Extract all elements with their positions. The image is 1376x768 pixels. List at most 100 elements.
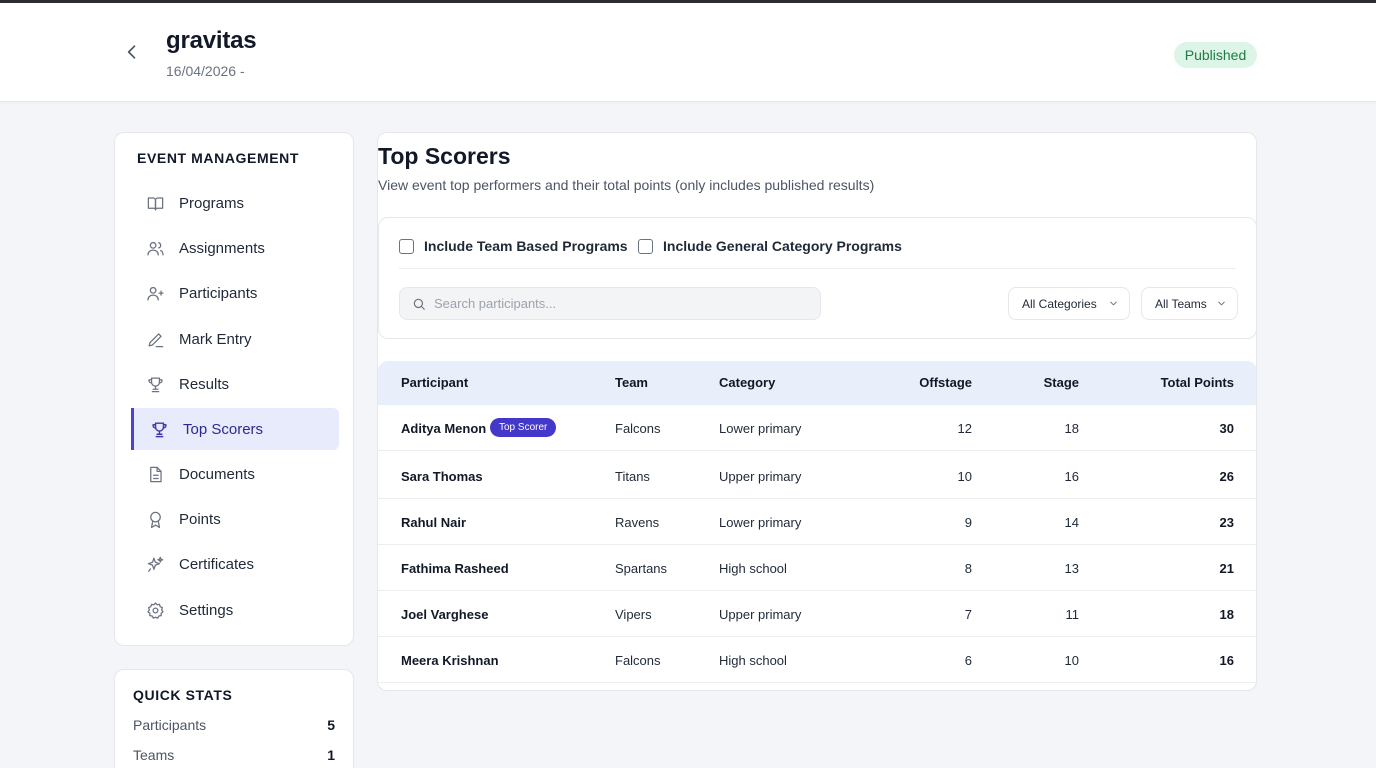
offstage-cell: 12 [957, 421, 972, 436]
document-icon [145, 464, 165, 484]
search-input[interactable] [434, 296, 804, 311]
table-row[interactable]: Joel Varghese Vipers Upper primary 7 11 … [378, 591, 1256, 637]
team-cell: Spartans [615, 561, 668, 576]
sidebar-item-results[interactable]: Results [131, 363, 339, 405]
team-cell: Titans [615, 469, 650, 484]
sidebar-item-mark-entry[interactable]: Mark Entry [131, 318, 339, 360]
column-header-offstage[interactable]: Offstage [919, 375, 972, 390]
page-title: Top Scorers [378, 143, 511, 169]
participant-name: Sara Thomas [401, 469, 483, 484]
status-badge: Published [1174, 42, 1257, 68]
filter-card: Include Team Based Programs Include Gene… [378, 217, 1256, 339]
table-row[interactable]: Meera Krishnan Falcons High school 6 10 … [378, 637, 1256, 683]
stage-cell: 16 [1064, 469, 1079, 484]
trophy-icon [145, 374, 165, 394]
participant-name: Joel Varghese [401, 607, 489, 622]
category-select-value: All Categories [1022, 296, 1097, 311]
divider [399, 268, 1236, 269]
team-based-checkbox[interactable]: Include Team Based Programs [399, 238, 628, 254]
column-header-total-points[interactable]: Total Points [1161, 375, 1234, 390]
category-cell: Upper primary [719, 607, 802, 622]
stat-row-participants: Participants 5 [133, 717, 335, 733]
total-points-cell: 23 [1219, 515, 1234, 530]
column-header-stage[interactable]: Stage [1044, 375, 1079, 390]
category-cell: High school [719, 653, 787, 668]
offstage-cell: 7 [964, 607, 972, 622]
table-row[interactable]: Aditya Menon Top Scorer Falcons Lower pr… [378, 405, 1256, 451]
sidebar-item-label: Documents [179, 465, 255, 483]
column-header-category[interactable]: Category [719, 375, 775, 390]
sidebar-item-assignments[interactable]: Assignments [131, 227, 339, 269]
stat-label: Participants [133, 717, 207, 733]
sidebar-item-label: Results [179, 375, 230, 393]
stage-cell: 14 [1064, 515, 1079, 530]
offstage-cell: 8 [964, 561, 972, 576]
sidebar-item-settings[interactable]: Settings [131, 589, 339, 631]
category-cell: Lower primary [719, 515, 802, 530]
table-row[interactable]: Rahul Nair Ravens Lower primary 9 14 23 [378, 499, 1256, 545]
team-cell: Falcons [615, 653, 661, 668]
checkbox-label: Include General Category Programs [663, 238, 902, 254]
checkbox-box[interactable] [399, 238, 414, 254]
stage-cell: 18 [1064, 421, 1079, 436]
team-cell: Falcons [615, 421, 661, 436]
checkbox-box[interactable] [638, 238, 653, 254]
back-button[interactable] [120, 40, 144, 64]
offstage-cell: 10 [957, 469, 972, 484]
book-open-icon [145, 193, 165, 213]
stage-cell: 10 [1064, 653, 1079, 668]
top-header: gravitas 16/04/2026 - Published [0, 0, 1376, 102]
sidebar-item-top-scorers[interactable]: Top Scorers [131, 408, 339, 450]
team-select-value: All Teams [1155, 296, 1207, 311]
category-cell: Lower primary [719, 421, 802, 436]
gear-icon [145, 600, 165, 620]
stage-cell: 13 [1064, 561, 1079, 576]
team-select[interactable]: All Teams [1141, 287, 1238, 320]
team-cell: Ravens [615, 515, 660, 530]
stat-value: 1 [327, 747, 335, 763]
top-scorer-badge: Top Scorer [490, 418, 557, 437]
category-select[interactable]: All Categories [1008, 287, 1130, 320]
sidebar-item-certificates[interactable]: Certificates [131, 543, 339, 585]
table-header: Participant Team Category Offstage Stage… [378, 361, 1256, 405]
page-subtitle: View event top performers and their tota… [378, 177, 875, 193]
quick-stats-card: QUICK STATS Participants 5 Teams 1 [114, 669, 354, 768]
offstage-cell: 6 [964, 653, 972, 668]
user-plus-icon [145, 283, 165, 303]
general-category-checkbox[interactable]: Include General Category Programs [638, 238, 902, 254]
participant-name: Fathima Rasheed [401, 561, 509, 576]
trophy-icon [149, 419, 169, 439]
stat-label: Teams [133, 747, 175, 763]
sidebar-item-programs[interactable]: Programs [131, 182, 339, 224]
table-row[interactable]: Fathima Rasheed Spartans High school 8 1… [378, 545, 1256, 591]
sidebar-item-label: Settings [179, 601, 234, 619]
search-box[interactable] [399, 287, 821, 320]
sidebar-item-label: Participants [179, 284, 258, 302]
sidebar-heading: EVENT MANAGEMENT [137, 150, 300, 166]
sidebar: EVENT MANAGEMENT Programs Assignments Pa… [114, 132, 354, 646]
sidebar-item-label: Mark Entry [179, 330, 252, 348]
total-points-cell: 18 [1219, 607, 1234, 622]
stat-row-teams: Teams 1 [133, 747, 335, 763]
sidebar-item-participants[interactable]: Participants [131, 272, 339, 314]
column-header-participant[interactable]: Participant [401, 375, 468, 390]
pencil-icon [145, 329, 165, 349]
chevron-down-icon [1110, 301, 1117, 306]
checkbox-label: Include Team Based Programs [424, 238, 628, 254]
sidebar-item-points[interactable]: Points [131, 498, 339, 540]
column-header-team[interactable]: Team [615, 375, 648, 390]
sidebar-item-label: Points [179, 510, 221, 528]
sidebar-item-documents[interactable]: Documents [131, 453, 339, 495]
chevron-down-icon [1218, 301, 1225, 306]
participant-name: Meera Krishnan [401, 653, 499, 668]
quick-stats-heading: QUICK STATS [133, 687, 233, 703]
stage-cell: 11 [1065, 607, 1080, 622]
table-row[interactable]: Sara Thomas Titans Upper primary 10 16 2… [378, 453, 1256, 499]
event-title: gravitas [166, 27, 257, 54]
total-points-cell: 16 [1219, 653, 1234, 668]
total-points-cell: 21 [1219, 561, 1234, 576]
category-cell: High school [719, 561, 787, 576]
users-icon [145, 238, 165, 258]
sparkles-icon [145, 554, 165, 574]
sidebar-item-label: Certificates [179, 555, 255, 573]
